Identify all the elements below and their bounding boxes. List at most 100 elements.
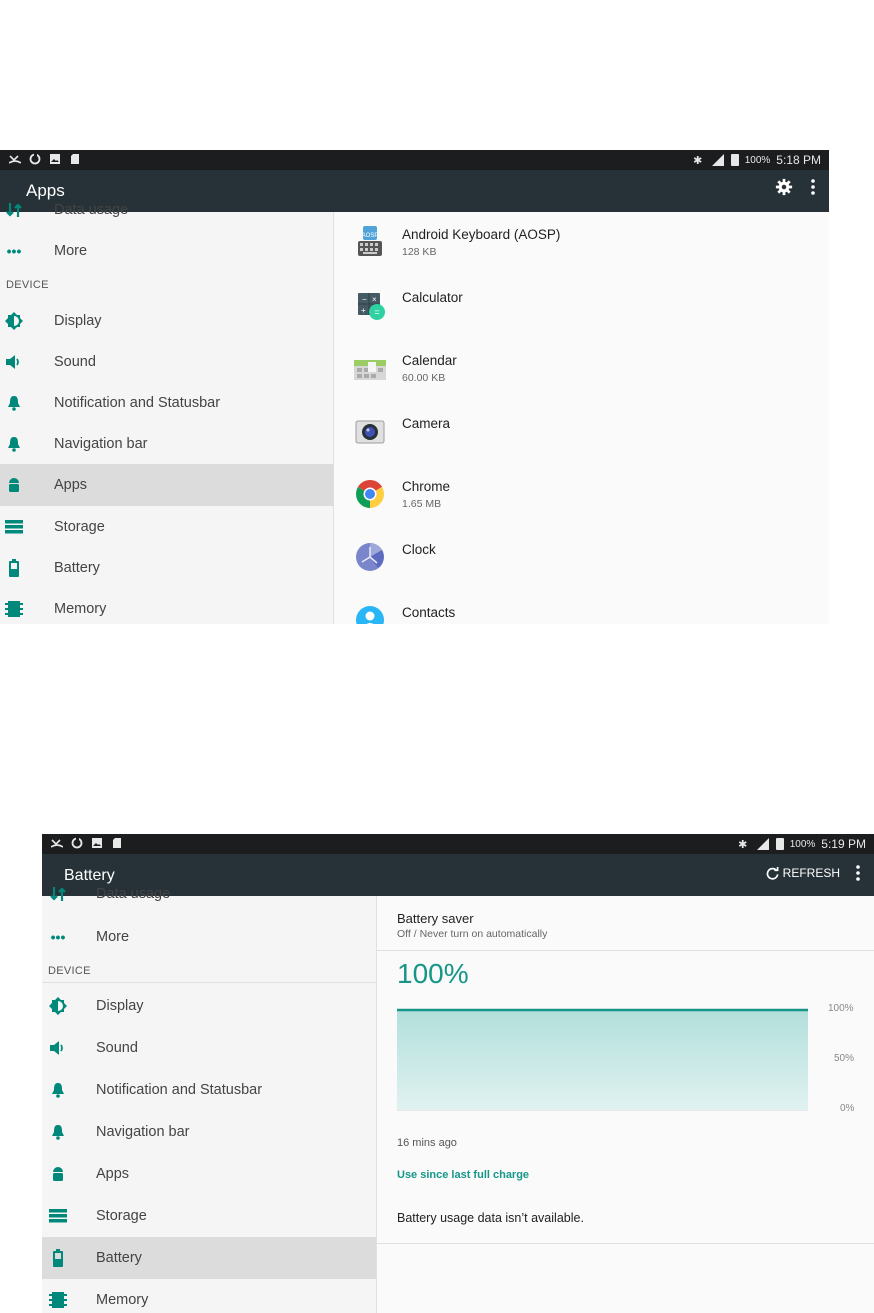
svg-text:−: − [362,295,367,304]
camera-icon [354,415,386,447]
sd-card-icon [110,836,124,850]
sidebar-item-storage[interactable]: Storage [0,506,333,547]
display-icon [4,311,24,331]
list-item[interactable]: Clock [334,527,829,591]
settings-sidebar: Data usage ••• More DEVICE Display Sound [0,202,334,624]
clock-icon [354,541,386,573]
sidebar-item-data-usage[interactable]: Data usage [0,189,333,230]
sound-icon [4,352,24,372]
clock-time: 5:18 PM [776,153,821,167]
bluetooth-icon: ✱ [693,154,703,167]
list-item[interactable]: AOSP Android Keyboard (AOSP) 128 KB [334,212,829,276]
screenshot-apps: ✱ 100% 5:18 PM Apps Data usage ••• More … [0,150,829,624]
image-icon [48,152,62,166]
svg-text:=: = [374,307,379,317]
battery-level: 100% [397,958,469,989]
battery-icon [48,1248,68,1268]
data-usage-icon [4,200,24,220]
app-list: AOSP Android Keyboard (AOSP) 128 KB − × + =… [334,212,829,624]
data-usage-icon [48,884,68,904]
refresh-icon [766,866,779,880]
sidebar-item-sound[interactable]: Sound [42,1027,376,1069]
settings-sidebar: Data usage ••• More DEVICE Display Sound [42,886,377,1313]
list-item[interactable]: − × + = Calculator [334,275,829,339]
sidebar-item-notification[interactable]: Notification and Statusbar [0,382,333,423]
sidebar-item-data-usage[interactable]: Data usage [42,873,376,914]
section-divider [42,982,376,983]
battery-percent: 100% [744,154,771,166]
sidebar-item-navigation-bar[interactable]: Navigation bar [0,423,333,464]
battery-icon [4,558,24,578]
sync-icon [70,836,84,850]
chart-time-label: 16 mins ago [397,1137,457,1149]
refresh-label: REFRESH [782,866,840,880]
more-dots-icon: ••• [50,928,66,945]
battery-saver-summary: Off / Never turn on automatically [397,928,548,940]
battery-status-icon [730,154,739,166]
list-item[interactable]: Chrome 1.65 MB [334,464,829,528]
battery-status-icon [775,838,784,850]
calculator-icon: − × + = [354,289,386,321]
more-dots-icon: ••• [6,242,22,259]
clock-time: 5:19 PM [821,837,866,851]
y-tick-label-50: 50% [834,1053,855,1064]
sidebar-item-memory[interactable]: Memory [0,588,333,624]
bell-icon [48,1122,68,1142]
status-bar: ✱ 100% 5:19 PM [42,834,874,854]
bell-icon [48,1080,68,1100]
display-icon [48,996,68,1016]
refresh-button[interactable]: REFRESH [766,866,840,880]
svg-text:+: + [361,306,366,315]
screenshot-battery: ✱ 100% 5:19 PM Battery REFRESH Data usag… [42,834,874,1313]
y-tick-label-0: 0% [840,1103,855,1114]
sidebar-item-more[interactable]: ••• More [0,230,333,271]
memory-icon [4,599,24,619]
signal-4g-icon [756,837,770,851]
sidebar-item-storage[interactable]: Storage [42,1195,376,1237]
sidebar-item-navigation-bar[interactable]: Navigation bar [42,1111,376,1153]
svg-text:AOSP: AOSP [362,233,379,239]
battery-area [397,1010,808,1110]
usage-message: Battery usage data isn’t available. [397,1211,584,1225]
list-item[interactable]: Camera [334,401,829,465]
android-icon [4,475,24,495]
battery-saver-title: Battery saver [397,911,474,926]
overflow-menu-icon[interactable] [856,865,860,881]
sidebar-item-apps[interactable]: Apps [0,464,333,506]
sidebar-item-battery[interactable]: Battery [0,547,333,588]
section-header-device: DEVICE [6,279,49,291]
use-since-link[interactable]: Use since last full charge [397,1169,529,1181]
svg-text:×: × [372,295,377,304]
image-icon [90,836,104,850]
sidebar-item-apps[interactable]: Apps [42,1153,376,1195]
chrome-icon [354,478,386,510]
storage-icon [4,517,24,537]
usage-message-row: Battery usage data isn’t available. [377,1192,874,1244]
keyboard-icon: AOSP [354,226,386,258]
sidebar-item-notification[interactable]: Notification and Statusbar [42,1069,376,1111]
list-item[interactable]: Calendar 60.00 KB [334,338,829,402]
sync-icon [28,152,42,166]
battery-percent: 100% [789,838,816,850]
sound-icon [48,1038,68,1058]
list-item[interactable]: Contacts [334,590,829,624]
sd-card-icon [68,152,82,166]
sidebar-item-battery[interactable]: Battery [42,1237,376,1279]
sidebar-item-memory[interactable]: Memory [42,1279,376,1313]
signal-4g-icon [711,153,725,167]
sidebar-item-sound[interactable]: Sound [0,341,333,382]
battery-chart: 100% 50% 0% [397,1003,873,1126]
sidebar-item-display[interactable]: Display [0,300,333,341]
y-tick-label-100: 100% [828,1003,854,1014]
settings-gear-icon[interactable] [775,178,793,196]
sidebar-item-more[interactable]: ••• More [42,916,376,957]
missed-call-icon [8,152,22,166]
storage-icon [48,1206,68,1226]
memory-icon [48,1290,68,1310]
battery-saver-row[interactable]: Battery saver Off / Never turn on automa… [377,896,874,951]
overflow-menu-icon[interactable] [811,179,815,195]
section-header-device: DEVICE [48,965,91,977]
missed-call-icon [50,836,64,850]
sidebar-item-display[interactable]: Display [42,985,376,1027]
battery-panel: Battery saver Off / Never turn on automa… [377,896,874,1313]
